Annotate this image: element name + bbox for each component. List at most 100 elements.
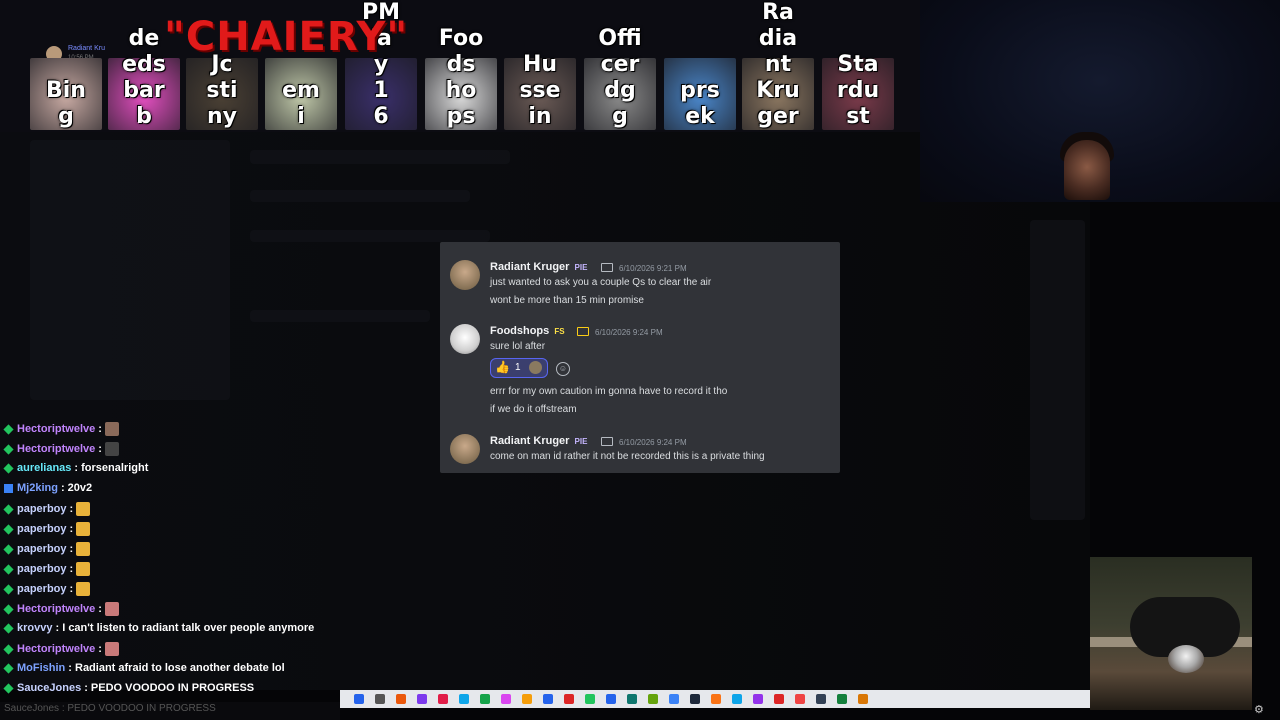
message-popup: Radiant Kruger PIE 6/10/2026 9:21 PM jus… (440, 242, 840, 473)
steam-icon[interactable] (690, 694, 700, 704)
chat-username[interactable]: paperboy (17, 583, 67, 595)
chat-message: MoFishin: Radiant afraid to lose another… (3, 662, 285, 674)
role-badge: FS (554, 327, 565, 336)
sub-badge-icon (3, 543, 14, 555)
chat-username[interactable]: MoFishin (17, 662, 65, 674)
chat-username[interactable]: Hectoriptwelve (17, 603, 95, 615)
reactor-avatar (529, 361, 542, 374)
chat-text: : (69, 582, 74, 595)
chat-username[interactable]: paperboy (17, 523, 67, 535)
ghost-row (250, 310, 430, 322)
author-name: Radiant Kruger (490, 261, 570, 273)
app-icon[interactable] (795, 694, 805, 704)
sub-badge-icon (3, 583, 14, 595)
chat-username[interactable]: krovvy (17, 622, 52, 634)
sub-badge-icon (3, 423, 14, 435)
message-author[interactable]: Radiant Kruger PIE (490, 261, 589, 273)
gear-icon[interactable]: ⚙ (1254, 703, 1264, 716)
message-author[interactable]: Radiant Kruger PIE (490, 435, 589, 447)
youtube-icon[interactable] (564, 694, 574, 704)
message-timestamp: 6/10/2026 9:21 PM (619, 264, 687, 273)
chat-username[interactable]: Hectoriptwelve (17, 423, 95, 435)
chat-message: paperboy: (3, 562, 91, 576)
author-name: Radiant Kruger (490, 435, 570, 447)
chat-username[interactable]: paperboy (17, 503, 67, 515)
app-icon[interactable] (753, 694, 763, 704)
sub-badge-icon (3, 563, 14, 575)
spotify-icon[interactable] (585, 694, 595, 704)
app-icon[interactable] (606, 694, 616, 704)
windows-start-icon[interactable] (354, 694, 364, 704)
chat-message: Mj2king: 20v2 (4, 482, 92, 494)
chat-username[interactable]: Hectoriptwelve (17, 443, 95, 455)
participant-name: prs ek (680, 78, 720, 129)
participant-name: em i (282, 78, 320, 129)
windows-taskbar (340, 690, 1090, 708)
chat-username[interactable]: SauceJones (17, 682, 81, 694)
word-icon[interactable] (543, 694, 553, 704)
thumbs-up-icon: 👍 (495, 360, 510, 374)
emote-icon (104, 422, 119, 436)
ghost-row (250, 190, 470, 202)
chat-text: : (98, 602, 102, 615)
app-icon[interactable] (858, 694, 868, 704)
message-line: just wanted to ask you a couple Qs to cl… (490, 277, 712, 288)
app-icon[interactable] (669, 694, 679, 704)
add-reaction-icon[interactable]: ☺ (556, 362, 570, 376)
app-icon[interactable] (732, 694, 742, 704)
app-icon[interactable] (774, 694, 784, 704)
chat-username[interactable]: Mj2king (17, 482, 58, 494)
chrome-icon[interactable] (417, 694, 427, 704)
search-icon[interactable] (375, 694, 385, 704)
avatar[interactable] (450, 434, 480, 464)
chat-text: : PEDO VOODOO IN PROGRESS (84, 682, 255, 694)
message-line: come on man id rather it not be recorded… (490, 451, 765, 462)
chat-message: SauceJones: PEDO VOODOO IN PROGRESS (3, 682, 255, 694)
discord-icon[interactable] (501, 694, 511, 704)
participant-name: Foo ds ho ps (438, 26, 484, 129)
chat-username[interactable]: paperboy (17, 543, 67, 555)
app-icon[interactable] (438, 694, 448, 704)
participant-name: Sta rdu st (836, 52, 880, 129)
emote-icon (76, 502, 91, 516)
app-icon[interactable] (522, 694, 532, 704)
sub-badge-icon (3, 523, 14, 535)
ghost-member-list (1030, 220, 1085, 520)
participant-name: Jc sti ny (206, 52, 238, 129)
app-icon[interactable] (648, 694, 658, 704)
avatar[interactable] (450, 324, 480, 354)
participant-name: Offi cer dg g (598, 26, 642, 129)
message-line: if we do it offstream (490, 404, 577, 415)
chat-text: : I can't listen to radiant talk over pe… (55, 622, 315, 634)
chat-text: : (98, 422, 102, 435)
message-line: errr for my own caution im gonna have to… (490, 386, 728, 397)
chat-message: paperboy: (3, 582, 91, 596)
chat-username[interactable]: Hectoriptwelve (17, 643, 95, 655)
chat-text: : (69, 542, 74, 555)
chat-username[interactable]: aurelianas (17, 462, 71, 474)
sub-badge-icon (4, 483, 13, 493)
app-icon[interactable] (816, 694, 826, 704)
app-icon[interactable] (711, 694, 721, 704)
chat-username[interactable]: paperboy (17, 563, 67, 575)
emote-icon (76, 542, 91, 556)
message-author[interactable]: Foodshops FS (490, 325, 567, 337)
app-icon[interactable] (480, 694, 490, 704)
sub-badge-icon (3, 663, 14, 674)
edge-icon[interactable] (459, 694, 469, 704)
emote-icon (104, 602, 119, 616)
sub-badge-icon (3, 443, 14, 455)
file-explorer-icon[interactable] (396, 694, 406, 704)
webcam-face (1064, 140, 1110, 200)
chat-message: krovvy: I can't listen to radiant talk o… (3, 622, 315, 634)
author-name: Foodshops (490, 325, 550, 337)
chat-message: aurelianas: forsenalright (3, 462, 148, 474)
mini-username: Radiant Kru (68, 45, 105, 52)
app-icon[interactable] (837, 694, 847, 704)
reaction-pill[interactable]: 👍 1 (490, 358, 548, 378)
app-icon[interactable] (627, 694, 637, 704)
emote-icon (104, 442, 119, 456)
avatar[interactable] (450, 260, 480, 290)
chat-message: Hectoriptwelve: (3, 442, 119, 456)
ghost-sidebar (30, 140, 230, 400)
